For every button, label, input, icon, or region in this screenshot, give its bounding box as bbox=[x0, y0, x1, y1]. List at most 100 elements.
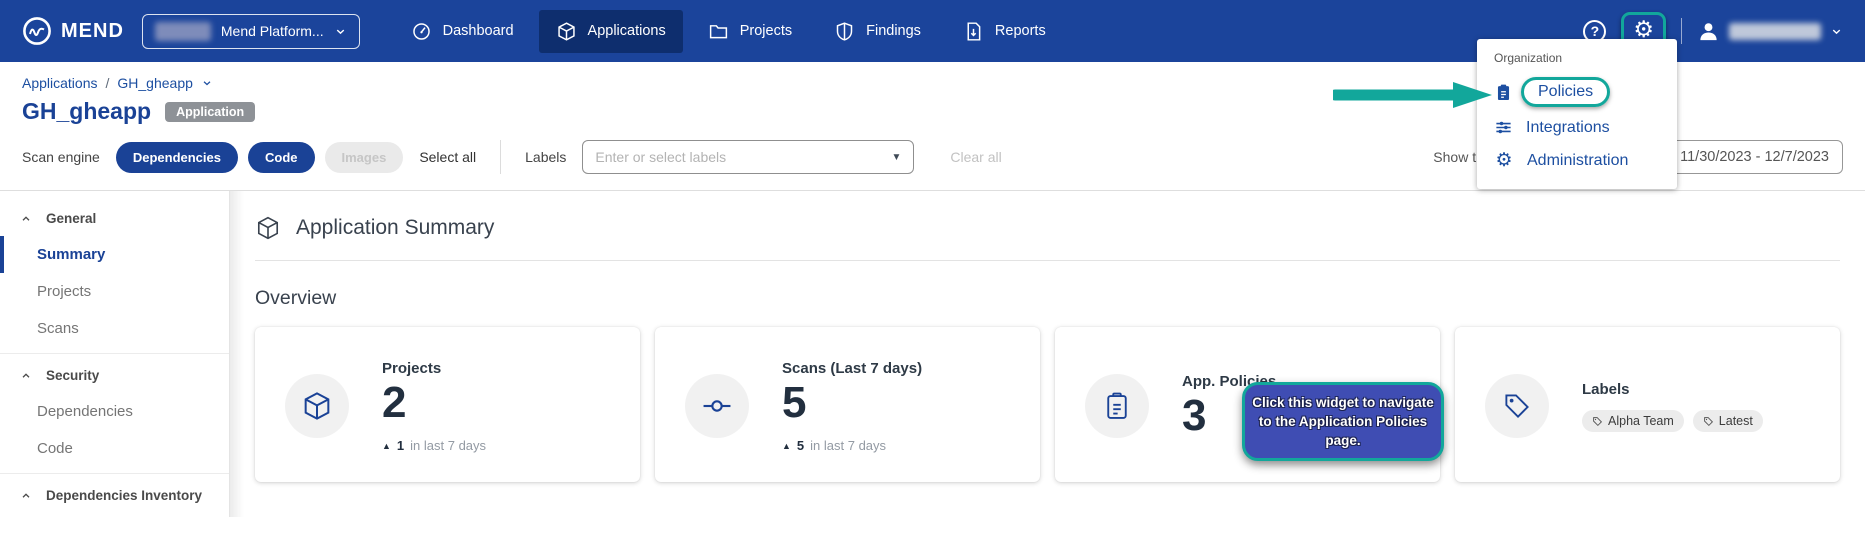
nav-item-projects[interactable]: Projects bbox=[691, 10, 809, 53]
labels-label: Labels bbox=[525, 149, 566, 165]
chip-code[interactable]: Code bbox=[248, 142, 315, 173]
clipboard-icon bbox=[1085, 374, 1149, 438]
cube-icon bbox=[285, 374, 349, 438]
label-chip-text: Latest bbox=[1719, 414, 1753, 428]
brand-name: MEND bbox=[61, 20, 124, 43]
nav-item-findings[interactable]: Findings bbox=[817, 10, 938, 53]
sidebar-item-summary[interactable]: Summary bbox=[0, 236, 229, 273]
sidebar-section-dependencies-inventory: Dependencies Inventory bbox=[0, 473, 229, 517]
section-divider bbox=[255, 260, 1840, 261]
nav-item-label: Reports bbox=[995, 23, 1046, 39]
chevron-down-icon[interactable] bbox=[201, 77, 213, 89]
section-title: Application Summary bbox=[296, 216, 494, 240]
label-chips: Alpha Team Latest bbox=[1582, 410, 1763, 432]
breadcrumb-separator: / bbox=[106, 75, 110, 91]
app-policies-card[interactable]: App. Policies 3 Click this widget to nav… bbox=[1055, 327, 1440, 482]
triangle-up-icon: ▲ bbox=[782, 441, 791, 451]
primary-nav: Dashboard Applications Projects bbox=[394, 10, 1063, 53]
breadcrumb-applications[interactable]: Applications bbox=[22, 75, 98, 91]
sidebar-section-label: Security bbox=[46, 368, 99, 383]
nav-item-label: Projects bbox=[740, 23, 792, 39]
sidebar-section-dependencies-inventory-header[interactable]: Dependencies Inventory bbox=[0, 478, 229, 513]
triangle-up-icon: ▲ bbox=[382, 441, 391, 451]
redacted-username bbox=[1729, 23, 1821, 40]
date-range-picker[interactable]: 11/30/2023 - 12/7/2023 bbox=[1666, 140, 1843, 174]
folder-icon bbox=[708, 21, 729, 42]
policies-clipboard-icon bbox=[1494, 83, 1513, 102]
integrations-sliders-icon bbox=[1494, 118, 1513, 137]
chevron-up-icon bbox=[20, 213, 32, 225]
policies-widget-tooltip: Click this widget to navigate to the App… bbox=[1242, 382, 1444, 461]
settings-dropdown: Organization Policies Integrations ⚙ Adm… bbox=[1477, 39, 1677, 189]
label-chip-latest[interactable]: Latest bbox=[1693, 410, 1763, 432]
delta-value: 5 bbox=[797, 438, 804, 453]
nav-item-dashboard[interactable]: Dashboard bbox=[394, 10, 531, 53]
menu-item-administration[interactable]: ⚙ Administration bbox=[1477, 144, 1677, 177]
label-chip-alpha-team[interactable]: Alpha Team bbox=[1582, 410, 1684, 432]
menu-item-label: Integrations bbox=[1526, 119, 1610, 137]
labels-input[interactable] bbox=[595, 149, 883, 165]
org-selector[interactable]: Mend Platform... bbox=[142, 14, 360, 49]
redacted-org-name bbox=[155, 22, 211, 41]
menu-item-label: Policies bbox=[1538, 83, 1593, 100]
application-badge: Application bbox=[165, 102, 255, 122]
administration-gear-icon: ⚙ bbox=[1494, 151, 1514, 170]
nav-item-applications[interactable]: Applications bbox=[539, 10, 683, 53]
menu-item-label: Administration bbox=[1527, 152, 1628, 170]
sidebar-item-projects[interactable]: Projects bbox=[0, 273, 229, 310]
card-value: 5 bbox=[782, 379, 922, 427]
chevron-up-icon bbox=[20, 490, 32, 502]
scan-engine-label: Scan engine bbox=[22, 149, 100, 165]
chip-images[interactable]: Images bbox=[325, 142, 404, 173]
clear-all-link[interactable]: Clear all bbox=[950, 149, 1001, 165]
dropdown-caret-icon[interactable]: ▼ bbox=[891, 152, 901, 163]
sidebar-item-code[interactable]: Code bbox=[0, 430, 229, 467]
sidebar-section-label: General bbox=[46, 211, 96, 226]
scans-card[interactable]: Scans (Last 7 days) 5 ▲ 5 in last 7 days bbox=[655, 327, 1040, 482]
main-content: Application Summary Overview Projects 2 … bbox=[230, 191, 1865, 517]
page-title: GH_gheapp bbox=[22, 98, 151, 125]
nav-item-label: Findings bbox=[866, 23, 921, 39]
sidebar: General Summary Projects Scans Security … bbox=[0, 191, 230, 517]
card-body: Projects 2 ▲ 1 in last 7 days bbox=[382, 345, 486, 466]
menu-item-integrations[interactable]: Integrations bbox=[1477, 111, 1677, 144]
breadcrumb-current[interactable]: GH_gheapp bbox=[117, 75, 193, 91]
sidebar-section-label: Dependencies Inventory bbox=[46, 488, 202, 503]
menu-section-label: Organization bbox=[1477, 49, 1677, 73]
mend-logo[interactable]: MEND bbox=[22, 16, 124, 46]
card-label: Scans (Last 7 days) bbox=[782, 360, 922, 377]
projects-card[interactable]: Projects 2 ▲ 1 in last 7 days bbox=[255, 327, 640, 482]
labels-select[interactable]: ▼ bbox=[582, 140, 914, 174]
chevron-down-icon bbox=[334, 25, 347, 38]
shield-icon bbox=[834, 21, 855, 42]
commit-icon bbox=[685, 374, 749, 438]
sidebar-item-dependencies[interactable]: Dependencies bbox=[0, 393, 229, 430]
card-body: Labels Alpha Team Latest bbox=[1582, 345, 1763, 466]
policies-highlight: Policies bbox=[1521, 77, 1610, 107]
select-all-link[interactable]: Select all bbox=[419, 149, 476, 165]
application-summary-header: Application Summary bbox=[255, 215, 1840, 241]
tag-icon bbox=[1485, 374, 1549, 438]
chip-dependencies[interactable]: Dependencies bbox=[116, 142, 238, 173]
mend-logo-icon bbox=[22, 16, 52, 46]
sidebar-section-security-header[interactable]: Security bbox=[0, 358, 229, 393]
sidebar-section-general-header[interactable]: General bbox=[0, 201, 229, 236]
filter-divider bbox=[500, 140, 501, 174]
menu-item-policies[interactable]: Policies bbox=[1477, 73, 1677, 111]
sidebar-section-general: General Summary Projects Scans bbox=[0, 199, 229, 351]
card-label: Projects bbox=[382, 360, 486, 377]
labels-card[interactable]: Labels Alpha Team Latest bbox=[1455, 327, 1840, 482]
label-chip-text: Alpha Team bbox=[1608, 414, 1674, 428]
avatar-icon bbox=[1697, 20, 1720, 43]
delta-value: 1 bbox=[397, 438, 404, 453]
nav-item-reports[interactable]: Reports bbox=[946, 10, 1063, 53]
user-menu[interactable] bbox=[1697, 20, 1843, 43]
delta-note: in last 7 days bbox=[810, 438, 886, 453]
body-row: General Summary Projects Scans Security … bbox=[0, 191, 1865, 517]
delta-note: in last 7 days bbox=[410, 438, 486, 453]
sidebar-item-scans[interactable]: Scans bbox=[0, 310, 229, 347]
applications-cube-icon bbox=[556, 21, 577, 42]
navbar-divider bbox=[1681, 18, 1682, 44]
nav-item-label: Applications bbox=[588, 23, 666, 39]
report-file-icon bbox=[963, 21, 984, 42]
